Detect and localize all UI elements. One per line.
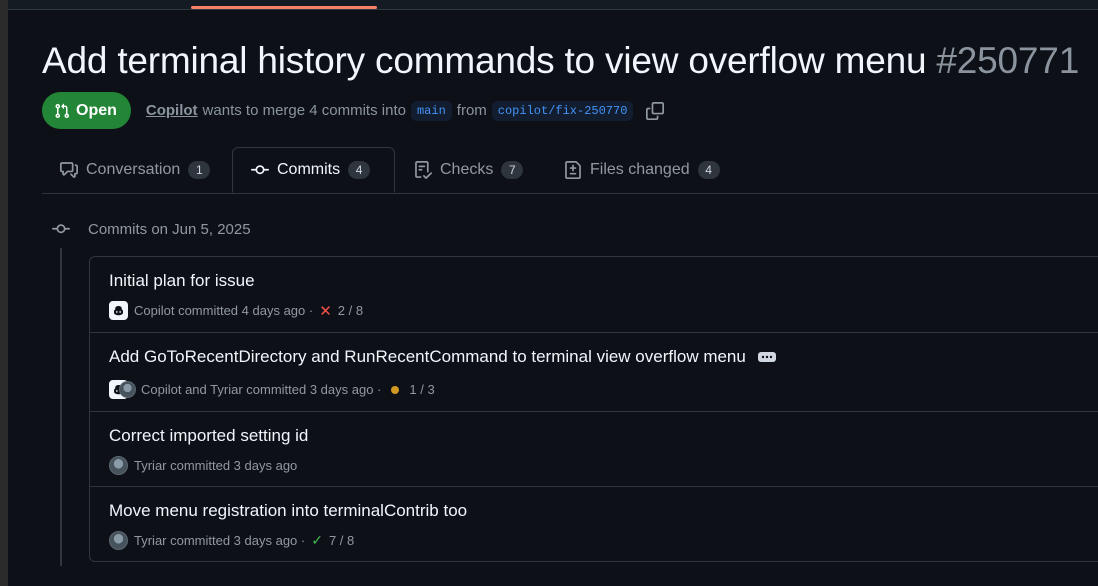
top-nav-strip [8,0,1098,10]
tyriar-avatar[interactable] [109,456,128,475]
commit-icon [251,165,269,175]
pr-author-link[interactable]: Copilot [146,102,198,119]
from-text: from [456,102,487,119]
commit-title-text[interactable]: Initial plan for issue [109,271,255,291]
commit-icon [52,224,70,234]
copilot-avatar[interactable] [109,301,128,320]
pr-merge-info: Copilot wants to merge 4 commits into ma… [146,100,665,121]
commit-title-text[interactable]: Correct imported setting id [109,426,308,446]
head-branch[interactable]: copilot/fix-250770 [491,100,634,121]
pr-meta: Open Copilot wants to merge 4 commits in… [42,92,665,129]
commit-meta-text: Copilot committed 4 days ago · [134,303,314,318]
copy-icon[interactable] [646,101,665,120]
commit-row[interactable]: Move menu registration into terminalCont… [90,487,1098,563]
commit-meta: Tyriar committed 3 days ago · ✓ 7 / 8 [109,531,354,550]
file-diff-icon [565,161,581,179]
tab-checks-label: Checks [440,161,494,178]
commit-check-count[interactable]: 1 / 3 [409,382,434,397]
base-branch[interactable]: main [410,100,452,121]
tab-files-changed-label: Files changed [590,161,690,178]
tyriar-avatar [119,381,136,398]
pr-number: #250771 [936,40,1080,81]
tab-conversation-count: 1 [188,161,211,179]
commit-meta: Copilot committed 4 days ago · ✕ 2 / 8 [109,301,363,320]
pending-status-icon[interactable] [391,385,400,394]
tab-commits-count: 4 [348,161,371,179]
x-icon[interactable]: ✕ [319,302,332,320]
window-left-edge [0,0,8,586]
expand-commit-message-button[interactable] [757,352,776,362]
merge-text: wants to merge 4 commits into [202,102,406,119]
tab-conversation[interactable]: Conversation 1 [60,147,211,193]
checklist-icon [415,161,432,179]
commit-meta-text: Tyriar committed 3 days ago · [134,533,306,548]
commit-row[interactable]: Initial plan for issue Copilot committed… [90,257,1098,333]
commit-title[interactable]: Move menu registration into terminalCont… [109,501,467,521]
commit-list: Initial plan for issue Copilot committed… [89,256,1098,562]
commits-date-label: Commits on Jun 5, 2025 [88,220,251,238]
pr-title-text: Add terminal history commands to view ov… [42,40,927,81]
pr-title: Add terminal history commands to view ov… [42,40,1079,82]
git-pull-request-icon [55,103,70,118]
avatar-stack[interactable] [109,380,136,399]
active-nav-indicator [191,6,377,9]
commit-meta: Tyriar committed 3 days ago [109,456,297,475]
tab-checks[interactable]: Checks 7 [414,147,524,193]
commits-date-heading: Commits on Jun 5, 2025 [52,220,251,238]
commit-title[interactable]: Add GoToRecentDirectory and RunRecentCom… [109,347,776,367]
commit-title[interactable]: Initial plan for issue [109,271,255,291]
tab-conversation-label: Conversation [86,161,181,178]
tab-commits-label: Commits [277,161,341,178]
tab-files-changed-count: 4 [697,161,720,179]
commit-meta: Copilot and Tyriar committed 3 days ago … [109,380,435,399]
tab-files-changed[interactable]: Files changed 4 [564,147,720,193]
commit-title-text[interactable]: Add GoToRecentDirectory and RunRecentCom… [109,347,746,367]
commit-check-count[interactable]: 7 / 8 [329,533,354,548]
commit-row[interactable]: Add GoToRecentDirectory and RunRecentCom… [90,333,1098,412]
commit-title[interactable]: Correct imported setting id [109,426,308,446]
conversation-icon [60,162,78,178]
commit-meta-text: Copilot and Tyriar committed 3 days ago … [141,382,382,397]
commit-meta-text: Tyriar committed 3 days ago [134,458,298,473]
tyriar-avatar[interactable] [109,531,128,550]
ellipsis-icon [761,355,773,359]
tab-checks-count: 7 [501,161,524,179]
pr-state-label: Open [76,101,117,119]
copilot-icon [114,306,123,316]
commit-title-text[interactable]: Move menu registration into terminalCont… [109,501,467,521]
pr-state-badge: Open [42,92,131,129]
check-icon[interactable]: ✓ [311,532,323,549]
tab-commits[interactable]: Commits 4 [232,147,395,193]
commit-row[interactable]: Correct imported setting id Tyriar commi… [90,412,1098,487]
pr-tabs: Conversation 1 Commits 4 Checks 7 Files … [42,147,1098,194]
commit-check-count[interactable]: 2 / 8 [338,303,363,318]
timeline-line [60,248,62,566]
